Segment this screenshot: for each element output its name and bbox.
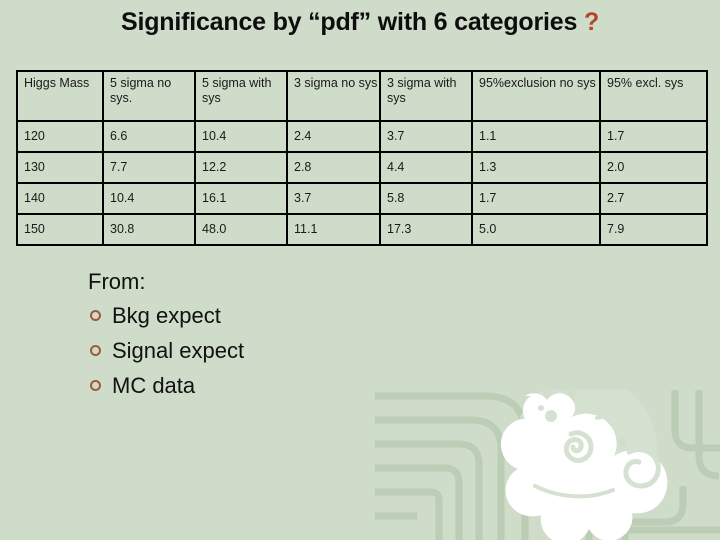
col-header-95excl-no-sys: 95%exclusion no sys	[471, 70, 601, 122]
cell-5sigma-no-sys: 7.7	[102, 151, 196, 184]
cell-3sigma-with-sys: 17.3	[379, 213, 473, 246]
cell-95excl-sys: 2.7	[599, 182, 708, 215]
col-header-5sigma-with-sys: 5 sigma with sys	[194, 70, 288, 122]
table-header-row: Higgs Mass 5 sigma no sys. 5 sigma with …	[16, 70, 708, 122]
cell-3sigma-no-sys: 2.4	[286, 120, 381, 153]
list-item: Bkg expect	[88, 298, 244, 333]
from-block: From: Bkg expect Signal expect MC data	[88, 268, 244, 403]
table-row: 140 10.4 16.1 3.7 5.8 1.7 2.7	[16, 182, 708, 215]
col-header-95excl-sys: 95% excl. sys	[599, 70, 708, 122]
cell-95excl-sys: 1.7	[599, 120, 708, 153]
question-mark-accent: ?	[583, 8, 600, 36]
from-label: From:	[88, 269, 146, 294]
cell-3sigma-with-sys: 5.8	[379, 182, 473, 215]
cell-95excl-no-sys: 1.1	[471, 120, 601, 153]
cell-5sigma-no-sys: 6.6	[102, 120, 196, 153]
table-row: 120 6.6 10.4 2.4 3.7 1.1 1.7	[16, 120, 708, 153]
list-item: Signal expect	[88, 333, 244, 368]
cell-mass: 120	[16, 120, 104, 153]
cell-3sigma-with-sys: 4.4	[379, 151, 473, 184]
col-header-5sigma-no-sys: 5 sigma no sys.	[102, 70, 196, 122]
cell-5sigma-no-sys: 30.8	[102, 213, 196, 246]
cell-95excl-sys: 2.0	[599, 151, 708, 184]
col-header-3sigma-no-sys: 3 sigma no sys	[286, 70, 381, 122]
cell-5sigma-with-sys: 16.1	[194, 182, 288, 215]
list-item: MC data	[88, 368, 244, 403]
cell-5sigma-with-sys: 48.0	[194, 213, 288, 246]
cell-3sigma-no-sys: 2.8	[286, 151, 381, 184]
cell-5sigma-with-sys: 10.4	[194, 120, 288, 153]
cell-mass: 150	[16, 213, 104, 246]
cell-3sigma-no-sys: 11.1	[286, 213, 381, 246]
cell-95excl-sys: 7.9	[599, 213, 708, 246]
cell-95excl-no-sys: 5.0	[471, 213, 601, 246]
significance-table-container: Higgs Mass 5 sigma no sys. 5 sigma with …	[16, 70, 708, 246]
cell-3sigma-with-sys: 3.7	[379, 120, 473, 153]
col-header-3sigma-with-sys: 3 sigma with sys	[379, 70, 473, 122]
cell-5sigma-no-sys: 10.4	[102, 182, 196, 215]
slide-title-text: Significance by “pdf” with 6 categories	[120, 8, 578, 36]
cell-mass: 130	[16, 151, 104, 184]
cell-mass: 140	[16, 182, 104, 215]
list-item-label: Bkg expect	[112, 302, 221, 328]
ring-bullet-icon	[90, 344, 101, 356]
ring-bullet-icon	[90, 379, 101, 391]
list-item-label: MC data	[112, 372, 196, 398]
col-header-higgs-mass: Higgs Mass	[16, 70, 104, 122]
from-bullet-list: Bkg expect Signal expect MC data	[88, 298, 244, 404]
ring-bullet-icon	[90, 309, 101, 321]
cell-5sigma-with-sys: 12.2	[194, 151, 288, 184]
cell-95excl-no-sys: 1.7	[471, 182, 601, 215]
list-item-label: Signal expect	[112, 337, 245, 363]
slide-title: Significance by “pdf” with 6 categories …	[0, 8, 720, 37]
table-row: 150 30.8 48.0 11.1 17.3 5.0 7.9	[16, 213, 708, 246]
dragon-phoenix-watermark	[375, 390, 720, 540]
table-row: 130 7.7 12.2 2.8 4.4 1.3 2.0	[16, 151, 708, 184]
cell-3sigma-no-sys: 3.7	[286, 182, 381, 215]
significance-table: Higgs Mass 5 sigma no sys. 5 sigma with …	[16, 70, 708, 246]
cell-95excl-no-sys: 1.3	[471, 151, 601, 184]
